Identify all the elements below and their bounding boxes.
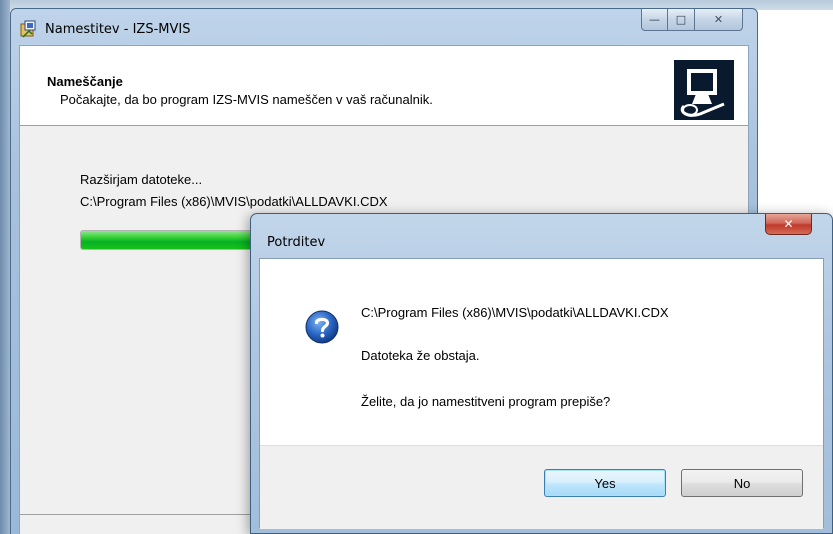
minimize-button[interactable]: — xyxy=(641,9,668,31)
installer-icon xyxy=(20,20,36,38)
close-icon: ✕ xyxy=(783,217,794,231)
page-subtitle: Počakajte, da bo program IZS-MVIS namešč… xyxy=(60,92,433,107)
dialog-question: Želite, da jo namestitveni program prepi… xyxy=(361,394,611,409)
installer-header: Nameščanje Počakajte, da bo program IZS-… xyxy=(20,46,748,126)
dialog-message: Datoteka že obstaja. xyxy=(361,348,480,363)
desktop-background-left xyxy=(0,0,10,534)
close-icon: ✕ xyxy=(713,13,724,26)
confirm-dialog: Potrditev ✕ C:\Program Files (x86)\MVIS\… xyxy=(250,213,833,534)
current-file-path: C:\Program Files (x86)\MVIS\podatki\ALLD… xyxy=(80,194,388,209)
caption-buttons: — □ ✕ xyxy=(641,9,743,31)
dialog-footer: Yes No xyxy=(260,445,823,529)
yes-button[interactable]: Yes xyxy=(544,469,666,497)
maximize-button[interactable]: □ xyxy=(668,9,695,31)
page-title: Nameščanje xyxy=(47,74,123,89)
no-button[interactable]: No xyxy=(681,469,803,497)
maximize-icon: □ xyxy=(675,13,687,26)
close-button[interactable]: ✕ xyxy=(695,9,743,31)
dialog-title: Potrditev xyxy=(267,235,326,250)
dialog-close-button[interactable]: ✕ xyxy=(765,214,812,235)
question-icon xyxy=(305,310,339,344)
computer-install-logo xyxy=(674,60,734,120)
status-text: Razširjam datoteke... xyxy=(80,172,203,187)
installer-title: Namestitev - IZS-MVIS xyxy=(45,22,191,37)
installer-titlebar[interactable]: Namestitev - IZS-MVIS — □ ✕ xyxy=(11,9,757,45)
dialog-file-path: C:\Program Files (x86)\MVIS\podatki\ALLD… xyxy=(361,305,669,320)
minimize-icon: — xyxy=(649,13,660,26)
dialog-body: C:\Program Files (x86)\MVIS\podatki\ALLD… xyxy=(259,258,824,529)
